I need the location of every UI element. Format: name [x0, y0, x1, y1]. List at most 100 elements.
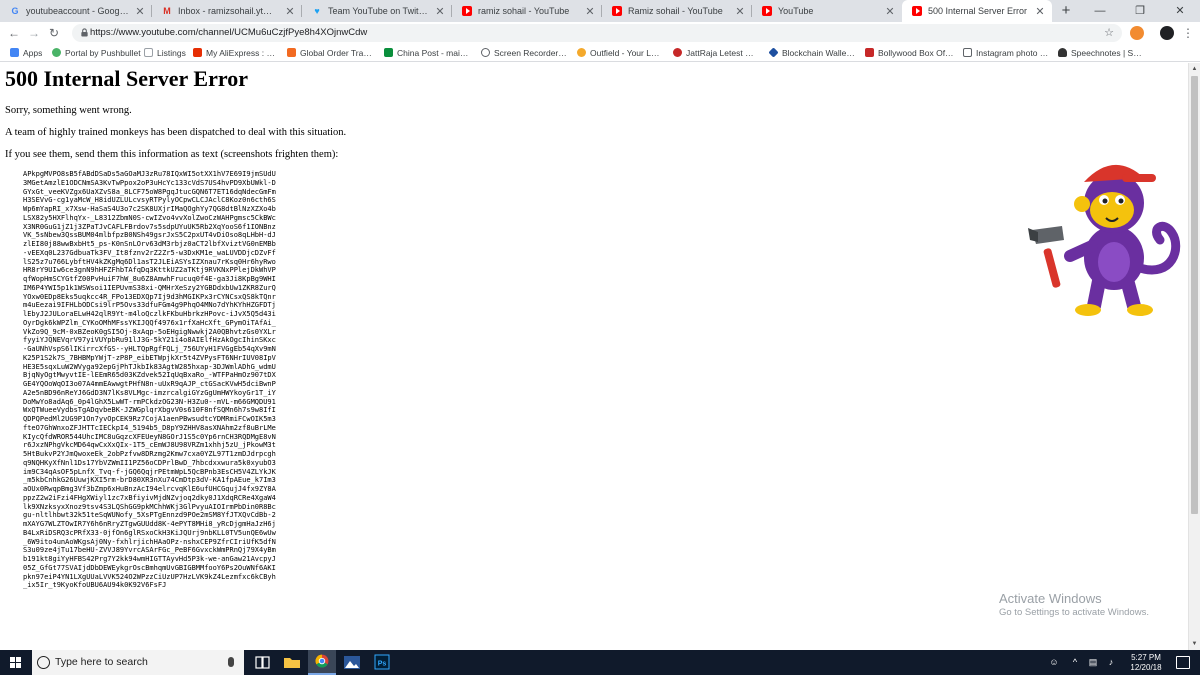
google-icon: G	[11, 6, 19, 16]
tab-youtube-ramiz-2[interactable]: Ramiz sohail - YouTube ✕	[602, 0, 752, 22]
error-message: Sorry, something went wrong.	[5, 105, 132, 116]
chrome-icon	[315, 654, 329, 668]
youtube-icon	[612, 6, 622, 16]
bookmark-blockchain[interactable]: Blockchain Wallet - E	[769, 44, 857, 61]
tracking-icon	[287, 48, 296, 57]
scroll-down-icon[interactable]: ▼	[1189, 638, 1200, 650]
reload-button[interactable]: ↻	[46, 25, 62, 41]
error-title: 500 Internal Server Error	[5, 66, 248, 91]
bookmark-speechnotes[interactable]: Speechnotes | Speec	[1058, 44, 1146, 61]
maximize-button[interactable]: ❐	[1120, 0, 1160, 22]
minimize-button[interactable]: —	[1080, 0, 1120, 22]
menu-icon[interactable]: ⋮	[1180, 25, 1196, 41]
tab-google-search[interactable]: G youtubeaccount - Google Search ✕	[0, 0, 152, 22]
bookmarks-bar: Apps Portal by Pushbullet Listings My Al…	[0, 44, 1200, 62]
close-tab-icon[interactable]: ✕	[584, 5, 596, 18]
extension-icon[interactable]	[1130, 26, 1144, 40]
tab-title: YouTube	[778, 6, 814, 16]
bookmark-china-post[interactable]: China Post - mail trac	[384, 44, 470, 61]
profile-avatar[interactable]	[1160, 26, 1174, 40]
aliexpress-icon	[193, 48, 202, 57]
svg-text:Ps: Ps	[378, 661, 387, 668]
blockchain-icon	[769, 47, 779, 58]
error-instructions: If you see them, send them this informat…	[5, 149, 339, 160]
tab-title: Ramiz sohail - YouTube	[628, 6, 723, 16]
notification-icon[interactable]	[1176, 656, 1190, 669]
microphone-icon[interactable]	[228, 657, 234, 667]
bookmark-apps[interactable]: Apps	[10, 44, 44, 61]
gmail-icon: M	[163, 6, 171, 16]
bookmark-jattraja[interactable]: JattRaja Letest Punja	[673, 44, 759, 61]
tab-youtube-ramiz[interactable]: ramiz sohail - YouTube ✕	[452, 0, 602, 22]
close-tab-icon[interactable]: ✕	[1034, 5, 1046, 18]
tab-title: ramiz sohail - YouTube	[478, 6, 570, 16]
tab-title: Team YouTube on Twitter: "We'd	[328, 6, 430, 16]
youtube-icon	[462, 6, 472, 16]
instagram-icon	[963, 48, 972, 57]
search-icon	[37, 656, 50, 669]
scrollbar-thumb[interactable]	[1191, 76, 1198, 514]
youtube-icon	[912, 6, 922, 16]
close-window-button[interactable]: ✕	[1160, 0, 1200, 22]
speechnotes-icon	[1058, 48, 1067, 57]
bookmark-pushbullet[interactable]: Portal by Pushbullet	[52, 44, 144, 61]
bookmark-star-icon[interactable]: ☆	[1104, 24, 1114, 42]
lock-icon	[81, 28, 88, 37]
network-icon[interactable]: ▤	[1084, 650, 1102, 675]
youtube-icon	[762, 6, 772, 16]
bookmark-listings[interactable]: Listings	[144, 44, 190, 61]
tab-youtube[interactable]: YouTube ✕	[752, 0, 902, 22]
photos-icon[interactable]	[338, 650, 366, 675]
tab-title: 500 Internal Server Error	[928, 6, 1028, 16]
close-tab-icon[interactable]: ✕	[434, 5, 446, 18]
tab-title: Inbox - ramizsohail.yt@gmail.com	[178, 6, 280, 16]
windows-start-icon[interactable]	[0, 650, 32, 675]
photoshop-icon[interactable]: Ps	[368, 650, 396, 675]
bookmark-global-order-tracking[interactable]: Global Order Tracking	[287, 44, 375, 61]
bookmark-bollywood[interactable]: Bollywood Box Office	[865, 44, 955, 61]
people-icon[interactable]: ☺	[1044, 650, 1064, 675]
twitter-icon: ♥	[314, 6, 320, 16]
chrome-taskbar-button[interactable]	[308, 650, 336, 675]
screen-recorder-icon	[481, 48, 490, 57]
task-view-icon[interactable]	[248, 650, 276, 675]
bookmark-screen-recorder[interactable]: Screen Recorder - Re	[481, 44, 567, 61]
file-explorer-icon[interactable]	[278, 650, 306, 675]
volume-icon[interactable]: ♪	[1102, 650, 1120, 675]
monkey-illustration-icon	[1028, 164, 1181, 316]
tab-500-error[interactable]: 500 Internal Server Error ✕	[902, 0, 1052, 22]
back-button[interactable]: ←	[6, 25, 22, 41]
close-tab-icon[interactable]: ✕	[134, 5, 146, 18]
apps-grid-icon	[10, 48, 19, 57]
close-tab-icon[interactable]: ✕	[284, 5, 296, 18]
tab-title: youtubeaccount - Google Search	[26, 6, 130, 16]
browser-toolbar: ← → ↻ https://www.youtube.com/channel/UC…	[0, 22, 1200, 44]
outfield-icon	[577, 48, 586, 57]
new-tab-button[interactable]: +	[1056, 0, 1076, 22]
chevron-up-icon[interactable]: ^	[1066, 650, 1084, 675]
page-icon	[144, 48, 153, 57]
vertical-scrollbar[interactable]: ▲ ▼	[1188, 63, 1200, 650]
tab-gmail-inbox[interactable]: M Inbox - ramizsohail.yt@gmail.com ✕	[152, 0, 302, 22]
page-content: 500 Internal Server Error Sorry, somethi…	[0, 63, 1188, 650]
activate-windows-watermark: Activate Windows Go to Settings to activ…	[999, 591, 1149, 618]
close-tab-icon[interactable]: ✕	[884, 5, 896, 18]
jattraja-icon	[673, 48, 682, 57]
close-tab-icon[interactable]: ✕	[734, 5, 746, 18]
bookmark-outfield[interactable]: Outfield - Your Love	[577, 44, 663, 61]
scroll-up-icon[interactable]: ▲	[1189, 63, 1200, 75]
forward-button[interactable]: →	[26, 25, 42, 41]
bookmark-aliexpress[interactable]: My AliExpress : Mana	[193, 44, 279, 61]
system-clock[interactable]: 5:27 PM 12/20/18	[1122, 653, 1170, 673]
windows-taskbar: Type here to search Ps ☺ ^ ▤ ♪ 5:27 PM 1…	[0, 650, 1200, 675]
taskbar-search-input[interactable]: Type here to search	[32, 650, 244, 675]
china-post-icon	[384, 48, 393, 57]
tab-twitter[interactable]: ♥ Team YouTube on Twitter: "We'd ✕	[302, 0, 452, 22]
bollywood-icon	[865, 48, 874, 57]
bookmark-instagram[interactable]: Instagram photo dov	[963, 44, 1049, 61]
address-url: https://www.youtube.com/channel/UCMu6uCz…	[90, 27, 368, 38]
address-bar[interactable]: https://www.youtube.com/channel/UCMu6uCz…	[72, 24, 1122, 42]
pushbullet-icon	[52, 48, 61, 57]
error-debug-text[interactable]: APkpgMVPO8sB5fABdDSaDs5aGOaMJ3zRu78IQxWI…	[23, 170, 279, 590]
error-monkeys-text: A team of highly trained monkeys has bee…	[5, 127, 347, 138]
